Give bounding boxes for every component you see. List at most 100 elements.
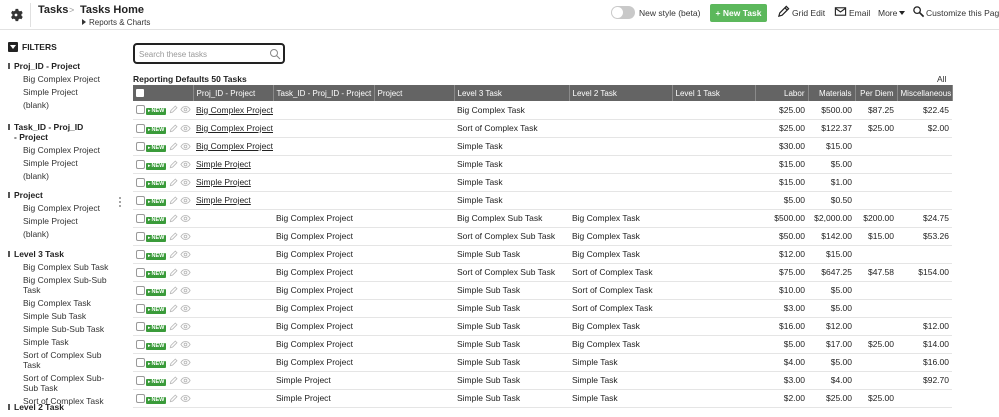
pencil-icon[interactable] — [169, 285, 178, 295]
pencil-icon[interactable] — [169, 141, 178, 151]
search-icon[interactable] — [269, 48, 281, 60]
filter-option[interactable]: Simple Project — [8, 87, 116, 97]
table-row[interactable]: NEW Big Complex Project Simple Sub TaskSor… — [133, 299, 952, 318]
filter-option[interactable]: Big Complex Project — [8, 145, 116, 155]
pencil-icon[interactable] — [169, 105, 178, 114]
eye-icon[interactable] — [180, 250, 191, 259]
row-checkbox[interactable] — [136, 123, 145, 133]
filters-toggle[interactable]: FILTERS — [8, 42, 57, 52]
eye-icon[interactable] — [180, 268, 191, 277]
filter-option[interactable]: Sort of Complex Sub-Sub Task — [8, 373, 116, 393]
row-checkbox[interactable] — [136, 249, 145, 259]
table-row[interactable]: NEW Big Complex Project Sort of Complex Su… — [133, 227, 952, 246]
project-link[interactable]: Simple Project — [193, 191, 273, 210]
table-row[interactable]: NEW Simple Project Simple Task $5.00$0.50 — [133, 191, 952, 210]
table-row[interactable]: NEW Big Complex Project Big Complex Task $2… — [133, 101, 952, 120]
gear-icon[interactable] — [9, 8, 23, 22]
row-checkbox[interactable] — [136, 231, 145, 241]
eye-icon[interactable] — [180, 214, 191, 223]
row-checkbox[interactable] — [136, 213, 145, 223]
pencil-icon[interactable] — [169, 267, 178, 277]
all-link[interactable]: All — [937, 74, 946, 84]
pencil-icon[interactable] — [169, 249, 178, 259]
project-link[interactable]: Big Complex Project — [193, 137, 273, 156]
column-header[interactable]: Level 3 Task — [454, 85, 570, 101]
pencil-icon[interactable] — [169, 159, 178, 169]
filter-option[interactable]: Simple Project — [8, 216, 116, 226]
filter-option[interactable]: Big Complex Sub Task — [8, 262, 116, 272]
table-row[interactable]: NEW Big Complex Project Simple Sub TaskBig… — [133, 335, 952, 354]
column-header[interactable]: Project — [374, 85, 455, 101]
filter-option[interactable]: Simple Sub-Sub Task — [8, 324, 116, 334]
project-link[interactable]: Simple Project — [193, 155, 273, 174]
project-link[interactable]: Big Complex Project — [193, 119, 273, 138]
table-row[interactable]: NEW Big Complex Project Sort of Complex Su… — [133, 263, 952, 282]
pencil-icon[interactable] — [169, 393, 178, 403]
filter-group-label[interactable]: Level 2 Task — [8, 402, 116, 412]
eye-icon[interactable] — [180, 322, 191, 331]
row-checkbox[interactable] — [136, 177, 145, 187]
eye-icon[interactable] — [180, 340, 191, 349]
pencil-icon[interactable] — [169, 339, 178, 349]
eye-icon[interactable] — [180, 304, 191, 313]
project-link[interactable]: Simple Project — [193, 173, 273, 192]
table-row[interactable]: NEW Simple Project Simple Sub TaskSimple T… — [133, 389, 952, 408]
column-header[interactable]: Proj_ID - Project — [193, 85, 274, 101]
filter-group-label[interactable]: Level 3 Task — [8, 249, 116, 259]
row-checkbox[interactable] — [136, 159, 145, 169]
search-input[interactable] — [139, 48, 264, 61]
filter-option[interactable]: Big Complex Project — [8, 203, 116, 213]
table-row[interactable]: NEW Big Complex Project Big Complex Sub Ta… — [133, 209, 952, 228]
column-header[interactable]: Labor — [755, 85, 809, 101]
table-row[interactable]: NEW Simple Project Simple Task $15.00$5.00 — [133, 155, 952, 174]
email-button[interactable]: Email — [849, 8, 870, 18]
eye-icon[interactable] — [180, 196, 191, 205]
filter-option[interactable]: (blank) — [8, 229, 116, 239]
pencil-icon[interactable] — [169, 177, 178, 187]
filter-group-label[interactable]: Proj_ID - Project — [8, 61, 116, 71]
filter-group-label[interactable]: Task_ID - Proj_ID - Project — [8, 122, 88, 142]
pencil-icon[interactable] — [169, 213, 178, 223]
row-checkbox[interactable] — [136, 285, 145, 295]
pencil-icon[interactable] — [169, 303, 178, 313]
pencil-icon[interactable] — [169, 375, 178, 385]
pencil-icon[interactable] — [169, 231, 178, 241]
table-row[interactable]: NEW Simple Project Simple Task $15.00$1.00 — [133, 173, 952, 192]
filter-option[interactable]: Big Complex Sub-Sub Task — [8, 275, 116, 295]
filter-option[interactable]: Big Complex Task — [8, 298, 116, 308]
pencil-icon[interactable] — [169, 321, 178, 331]
customize-page-link[interactable]: Customize this Page — [926, 8, 999, 18]
table-row[interactable]: NEW Simple Project Simple Sub TaskSimple T… — [133, 371, 952, 390]
project-link[interactable]: Big Complex Project — [193, 101, 273, 120]
row-checkbox[interactable] — [136, 303, 145, 313]
table-row[interactable]: NEW Big Complex Project Simple Sub TaskBig… — [133, 245, 952, 264]
row-checkbox[interactable] — [136, 267, 145, 277]
row-checkbox[interactable] — [136, 105, 145, 115]
filter-group-label[interactable]: Project — [8, 190, 116, 200]
eye-icon[interactable] — [180, 105, 191, 114]
eye-icon[interactable] — [180, 358, 191, 367]
filter-option[interactable]: Simple Sub Task — [8, 311, 116, 321]
select-all-checkbox[interactable] — [136, 88, 144, 97]
eye-icon[interactable] — [180, 142, 191, 151]
row-checkbox[interactable] — [136, 141, 145, 151]
row-checkbox[interactable] — [136, 339, 145, 349]
filter-option[interactable]: Sort of Complex Sub Task — [8, 350, 116, 370]
eye-icon[interactable] — [180, 376, 191, 385]
pencil-icon[interactable] — [169, 195, 178, 205]
new-style-toggle[interactable] — [611, 6, 635, 19]
breadcrumb-tasks[interactable]: Tasks — [38, 4, 68, 16]
column-header[interactable]: Level 1 Task — [672, 85, 756, 101]
table-row[interactable]: NEW Big Complex Project Sort of Complex Ta… — [133, 119, 952, 138]
grid-edit-button[interactable]: Grid Edit — [792, 8, 825, 18]
filter-option[interactable]: (blank) — [8, 171, 116, 181]
row-checkbox[interactable] — [136, 357, 145, 367]
new-task-button[interactable]: + New Task — [710, 4, 767, 22]
row-checkbox[interactable] — [136, 393, 145, 403]
row-checkbox[interactable] — [136, 375, 145, 385]
pencil-icon[interactable] — [169, 123, 178, 133]
eye-icon[interactable] — [180, 124, 191, 133]
filter-option[interactable]: Simple Project — [8, 158, 116, 168]
more-button[interactable]: More — [878, 8, 906, 18]
column-header[interactable]: Per Diem — [855, 85, 898, 101]
